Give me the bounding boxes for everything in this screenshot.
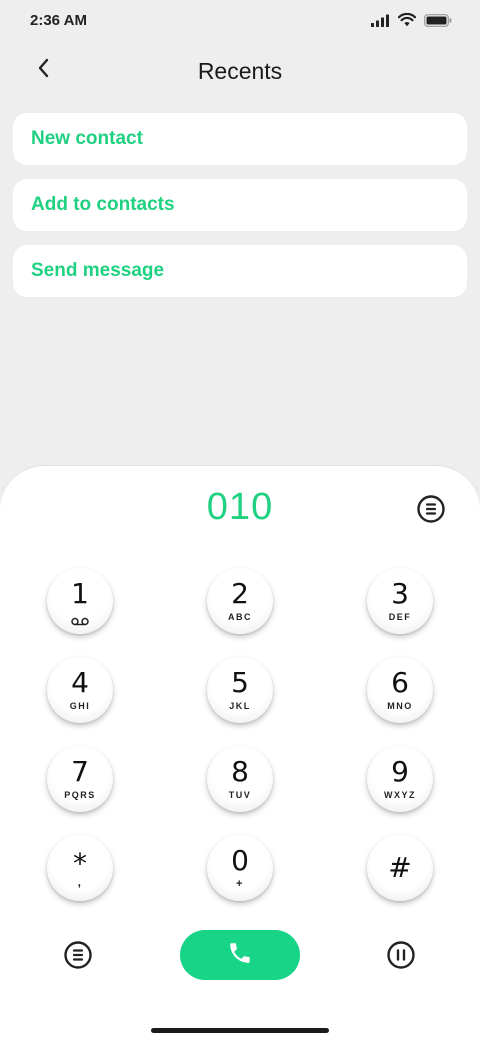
key-9[interactable]: 9 WXYZ xyxy=(367,746,433,812)
key-digit: 3 xyxy=(391,577,409,610)
wifi-icon xyxy=(398,13,416,27)
dialed-number: 010 xyxy=(206,486,274,528)
key-digit: 7 xyxy=(71,755,89,788)
dialer-menu-button[interactable] xyxy=(415,493,447,525)
key-digit: 5 xyxy=(231,666,249,699)
send-message-label: Send message xyxy=(31,260,165,281)
key-digit: 4 xyxy=(71,666,89,699)
phone-icon xyxy=(227,940,253,971)
key-digit: # xyxy=(388,851,412,884)
key-digit: 1 xyxy=(71,577,89,610)
key-6[interactable]: 6 MNO xyxy=(367,657,433,723)
new-contact-button[interactable]: New contact xyxy=(13,113,467,165)
key-3[interactable]: 3 DEF xyxy=(367,568,433,634)
key-0[interactable]: 0 + xyxy=(207,835,273,901)
more-options-button[interactable] xyxy=(62,939,94,971)
key-letters: DEF xyxy=(388,612,412,622)
key-digit: 6 xyxy=(391,666,409,699)
voicemail-icon xyxy=(71,613,89,631)
key-letters: WXYZ xyxy=(384,790,416,800)
status-icons xyxy=(371,13,452,27)
page-title: Recents xyxy=(197,58,283,84)
key-digit: 2 xyxy=(231,577,249,610)
signal-icon xyxy=(371,14,390,27)
pause-circle-icon xyxy=(385,941,417,975)
home-indicator xyxy=(151,1028,329,1033)
key-4[interactable]: 4 GHI xyxy=(47,657,113,723)
key-2[interactable]: 2 ABC xyxy=(207,568,273,634)
menu-circle-icon xyxy=(62,941,94,975)
new-contact-label: New contact xyxy=(31,128,143,149)
battery-icon xyxy=(424,13,452,27)
dialer-panel: 010 1 2 ABC 3 DEF 4 GHI 5 JKL 6 MNO 7 PQ… xyxy=(0,466,480,1040)
key-digit: 0 xyxy=(231,844,249,877)
send-message-button[interactable]: Send message xyxy=(13,245,467,297)
header: Recents xyxy=(0,44,480,100)
key-letters: GHI xyxy=(69,701,91,711)
key-letters: , xyxy=(77,875,83,889)
key-digit: 9 xyxy=(391,755,409,788)
status-time: 2:36 AM xyxy=(30,12,87,29)
menu-circle-icon xyxy=(415,495,447,529)
key-1[interactable]: 1 xyxy=(47,568,113,634)
key-letters: PQRS xyxy=(64,790,96,800)
status-bar: 2:36 AM xyxy=(0,0,480,44)
key-digit: 8 xyxy=(231,755,249,788)
key-letters: JKL xyxy=(229,701,251,711)
key-7[interactable]: 7 PQRS xyxy=(47,746,113,812)
pause-button[interactable] xyxy=(385,939,417,971)
key-8[interactable]: 8 TUV xyxy=(207,746,273,812)
key-letters: ABC xyxy=(228,612,252,622)
key-5[interactable]: 5 JKL xyxy=(207,657,273,723)
add-to-contacts-label: Add to contacts xyxy=(31,194,175,215)
key-letters: MNO xyxy=(387,701,413,711)
key-letters: + xyxy=(236,878,244,890)
add-to-contacts-button[interactable]: Add to contacts xyxy=(13,179,467,231)
key-star[interactable]: * , xyxy=(47,835,113,901)
call-button[interactable] xyxy=(180,930,300,980)
key-letters: TUV xyxy=(228,790,252,800)
key-hash[interactable]: # xyxy=(367,835,433,901)
